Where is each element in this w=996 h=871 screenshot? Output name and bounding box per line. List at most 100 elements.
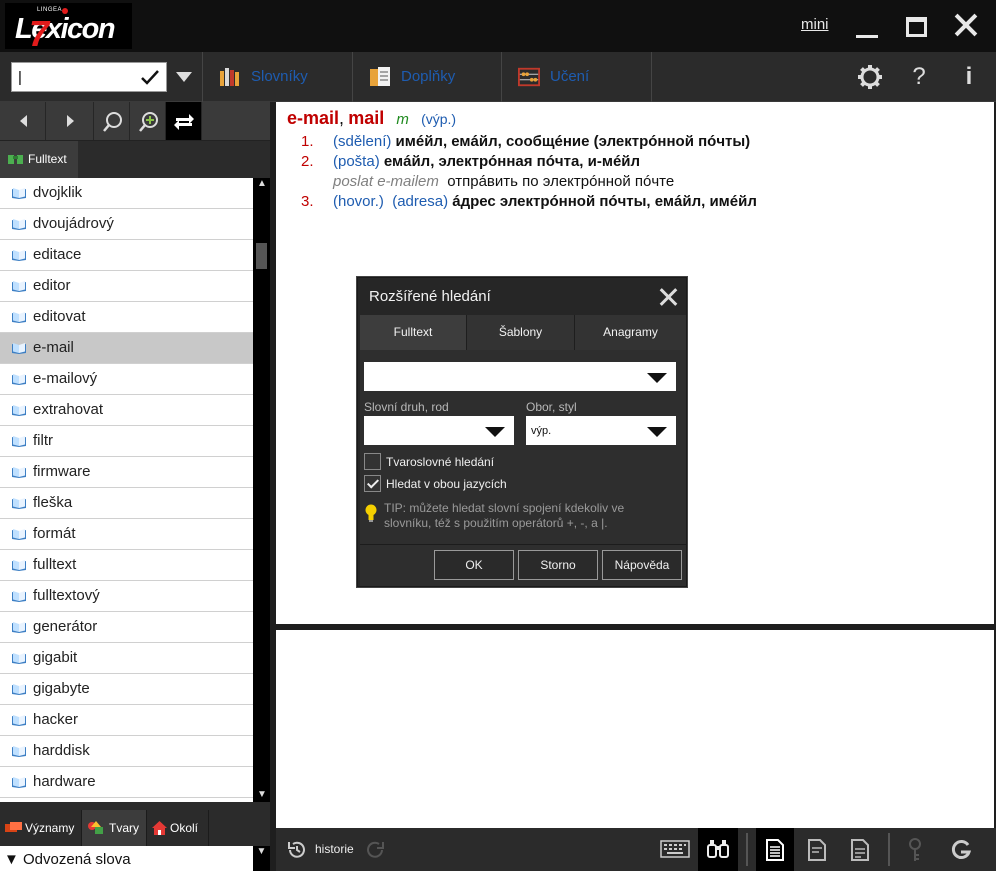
fulltext-search-button[interactable] — [698, 828, 738, 871]
tab-uceni[interactable]: Učení — [501, 52, 651, 102]
word-list-item[interactable]: fulltext — [0, 550, 253, 581]
tab-okoli[interactable]: Okolí — [147, 810, 209, 846]
swap-language-button[interactable] — [166, 102, 202, 140]
sense-2: 2. (pošta) емáйл, электрóнная пóчта, и-м… — [287, 153, 984, 172]
scroll-down-icon[interactable]: ▼ — [257, 789, 267, 800]
lower-panel — [276, 630, 994, 828]
dialog-tab-fulltext[interactable]: Fulltext — [360, 315, 467, 350]
word-list-item-label: gigabit — [33, 649, 78, 666]
advanced-search-button[interactable] — [130, 102, 166, 140]
word-list-item[interactable]: hacker — [0, 705, 253, 736]
tab-tvary[interactable]: Tvary — [82, 810, 147, 846]
morphological-search-checkbox[interactable] — [364, 453, 381, 470]
example-russian[interactable]: отпрáвить по электрóнной пóчте — [447, 173, 674, 190]
redo-icon[interactable] — [364, 839, 386, 861]
history-button[interactable]: historie — [284, 828, 374, 871]
example-czech[interactable]: poslat e-mailem — [333, 173, 439, 190]
sense-translation[interactable]: емáйл, электрóнная пóчта, и-мéйл — [384, 153, 640, 170]
sense-translation[interactable]: имéйл, емáйл, сообщéние (электрóнной пóч… — [396, 133, 751, 150]
book-icon — [12, 684, 26, 695]
word-list-item[interactable]: firmware — [0, 457, 253, 488]
tab-slovniky[interactable]: Slovníky — [202, 52, 352, 102]
sense-number: 1. — [301, 133, 314, 150]
sense-number: 3. — [301, 193, 314, 210]
word-list-item[interactable]: editovat — [0, 302, 253, 333]
fulltext-tab[interactable]: Fulltext — [0, 141, 78, 178]
grammar-g-icon[interactable] — [949, 838, 973, 862]
morphological-search-label: Tvaroslovné hledání — [386, 455, 495, 469]
sense-translation[interactable]: áдрес электрóнной пóчты, емáйл, имéйл — [452, 193, 757, 210]
word-list-item[interactable]: filtr — [0, 426, 253, 457]
word-list-item-label: editace — [33, 246, 82, 263]
word-list-item[interactable]: editace — [0, 240, 253, 271]
maximize-button[interactable] — [906, 17, 927, 37]
dialog-tab-anagramy[interactable]: Anagramy — [575, 315, 686, 350]
keyboard-icon[interactable] — [660, 840, 690, 858]
mini-mode-button[interactable]: mini — [801, 16, 829, 44]
ok-button[interactable]: OK — [434, 550, 514, 580]
search-dropdown-arrow[interactable] — [176, 72, 192, 82]
field-label-slovni-druh: Slovní druh, rod — [364, 400, 449, 414]
check-icon[interactable] — [140, 67, 160, 87]
tab-doplnky-label: Doplňky — [401, 68, 456, 85]
gear-icon[interactable] — [857, 64, 883, 90]
word-list-item[interactable]: fleška — [0, 488, 253, 519]
tip-text: TIP: můžete hledat slovní spojení kdekol… — [384, 501, 625, 530]
tab-doplnky[interactable]: Doplňky — [352, 52, 501, 102]
dialog-close-icon[interactable] — [659, 288, 677, 306]
both-languages-checkbox[interactable] — [364, 475, 381, 492]
info-button[interactable]: i — [956, 64, 982, 90]
scroll-up-icon[interactable]: ▲ — [257, 178, 267, 189]
full-entry-view-button[interactable] — [756, 828, 794, 871]
close-window-button[interactable] — [953, 12, 979, 38]
word-list-scrollbar[interactable]: ▲ ▼ — [253, 178, 270, 802]
word-list-item-label: extrahovat — [33, 401, 104, 418]
word-list-item[interactable]: e-mailový — [0, 364, 253, 395]
word-list-item[interactable]: generátor — [0, 612, 253, 643]
book-icon — [12, 498, 26, 509]
left-panel: Fulltext dvojklik dvoujádrový editace edito… — [0, 102, 270, 871]
book-icon — [12, 374, 26, 385]
magnifier-plus-icon — [139, 112, 158, 132]
word-list-item[interactable]: gigabyte — [0, 674, 253, 705]
tab-vyznamy[interactable]: Významy — [0, 810, 82, 846]
word-list-item[interactable]: fulltextový — [0, 581, 253, 612]
word-list-item-label: fulltext — [33, 556, 77, 573]
word-list-item[interactable]: dvoujádrový — [0, 209, 253, 240]
word-list-item[interactable]: hardware — [0, 767, 253, 798]
search-input[interactable] — [12, 63, 132, 91]
document-compact-icon[interactable] — [808, 839, 826, 861]
word-list-item[interactable]: gigabit — [0, 643, 253, 674]
help-dialog-button[interactable]: Nápověda — [602, 550, 682, 580]
field-style-select[interactable]: výp. — [526, 416, 676, 445]
word-list-item[interactable]: editor — [0, 271, 253, 302]
swap-icon — [174, 114, 194, 130]
word-list-item[interactable]: dvojklik — [0, 178, 253, 209]
tab-slovniky-label: Slovníky — [251, 68, 308, 85]
sense-3: 3. (hovor.) (adresa) áдрес электрóнной п… — [287, 193, 984, 212]
cancel-button[interactable]: Storno — [518, 550, 598, 580]
tab-uceni-label: Učení — [550, 68, 590, 85]
derived-scroll-down-icon[interactable]: ▼ — [253, 846, 270, 871]
headword-primary[interactable]: e-mail — [287, 108, 339, 128]
book-icon — [12, 529, 26, 540]
minimize-button[interactable] — [856, 12, 878, 40]
fulltext-select[interactable] — [364, 362, 676, 391]
word-list-item[interactable]: e-mail — [0, 333, 253, 364]
lightbulb-icon — [365, 504, 377, 522]
binoculars-icon — [8, 155, 23, 164]
document-brief-icon[interactable] — [851, 839, 869, 861]
word-class-select[interactable] — [364, 416, 514, 445]
headword-secondary[interactable]: mail — [348, 108, 384, 128]
scroll-thumb[interactable] — [256, 243, 267, 269]
search-button[interactable] — [94, 102, 130, 140]
derived-words-header[interactable]: ▼ Odvozená slova — [0, 846, 253, 871]
word-list-item[interactable]: formát — [0, 519, 253, 550]
key-icon[interactable] — [907, 838, 923, 862]
forward-button[interactable] — [46, 102, 94, 140]
back-button[interactable] — [0, 102, 46, 140]
help-button[interactable]: ? — [906, 64, 932, 90]
dialog-tab-sablony[interactable]: Šablony — [467, 315, 575, 350]
word-list-item[interactable]: harddisk — [0, 736, 253, 767]
word-list-item[interactable]: extrahovat — [0, 395, 253, 426]
